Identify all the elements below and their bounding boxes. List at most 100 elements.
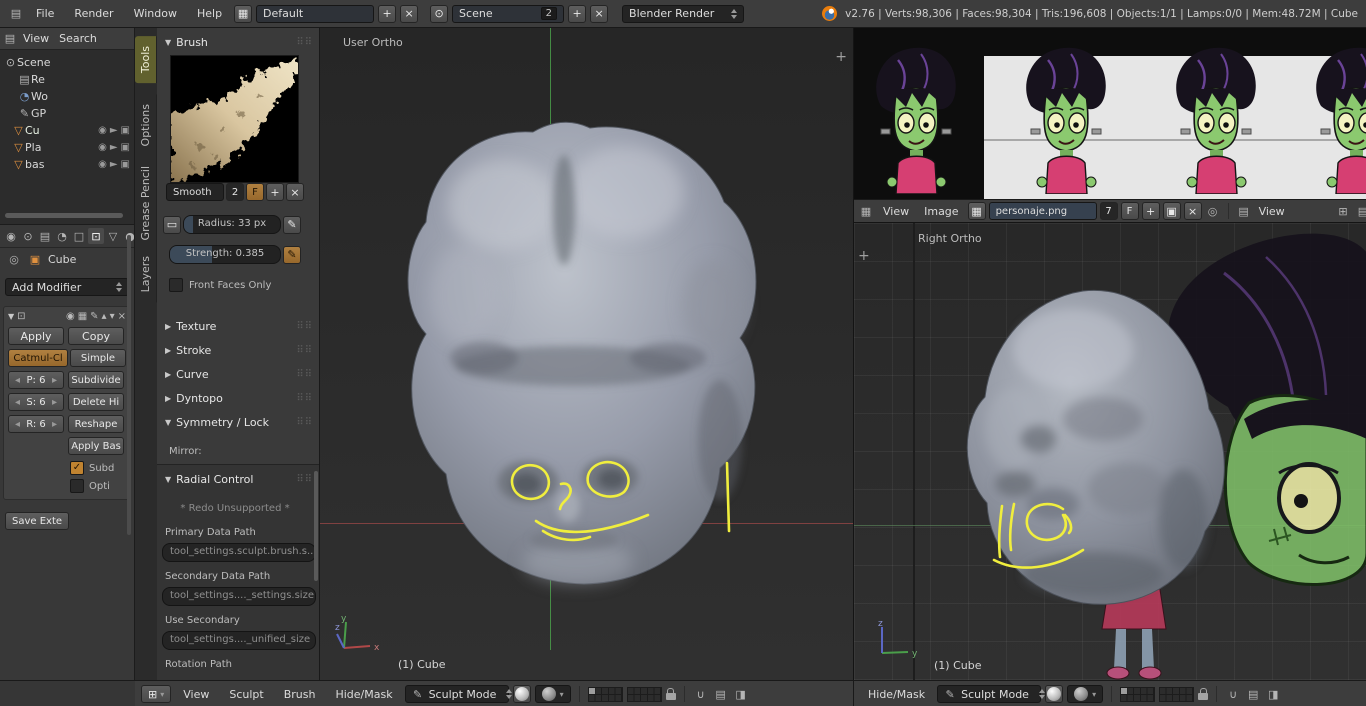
editor-type-icon-info[interactable]: ▤ xyxy=(8,6,24,22)
use-secondary-field[interactable]: tool_settings...._unified_size xyxy=(162,631,316,650)
radius-unit-icon[interactable]: ▭ xyxy=(163,215,181,234)
renderability-camera-icon[interactable]: ▣ xyxy=(121,156,130,173)
pack-image-icon[interactable]: ▣ xyxy=(1162,202,1181,220)
selectability-icon[interactable]: ► xyxy=(110,122,118,139)
outliner-row-gpencil[interactable]: ✎ GP xyxy=(4,105,134,122)
brush-users-count[interactable]: 2 xyxy=(226,183,244,201)
properties-scrollbar[interactable] xyxy=(127,235,131,535)
apply-button[interactable]: Apply xyxy=(8,327,64,345)
outliner-row-renderlayers[interactable]: ▤ Re xyxy=(4,71,134,88)
image-fake-user-button[interactable]: F xyxy=(1120,202,1139,220)
lock-icon[interactable] xyxy=(1198,687,1209,700)
unlink-image-button[interactable]: × xyxy=(1183,202,1202,220)
radius-pressure-icon[interactable]: ✎ xyxy=(283,215,301,234)
modifier-movedown-icon[interactable]: ▾ xyxy=(110,311,115,322)
snap-element-icon[interactable]: ▤ xyxy=(1245,686,1261,702)
hide-mask-menu[interactable]: Hide/Mask xyxy=(860,688,933,701)
display-mode-icon[interactable]: ▤ xyxy=(1236,203,1252,219)
modifier-tab-icon[interactable]: ⊡ xyxy=(88,228,104,244)
hide-mask-menu[interactable]: Hide/Mask xyxy=(327,688,400,701)
curve-panel-header[interactable]: ▶ Curve ⠿⠿ xyxy=(165,368,313,381)
screen-layout-browse-icon[interactable]: ▦ xyxy=(234,4,253,23)
render-tab-icon[interactable]: ◉ xyxy=(3,228,19,244)
image-editor[interactable]: ▦ View Image ▦ personaje.png 7 F + ▣ × ◎… xyxy=(853,28,1366,222)
save-external-button[interactable]: Save Exte xyxy=(5,512,69,530)
modifier-render-toggle-icon[interactable]: ◉ xyxy=(66,311,75,322)
view-menu[interactable]: View xyxy=(175,688,217,701)
expand-modifier-icon[interactable]: ▼ xyxy=(8,312,14,321)
panel-grip-icon[interactable]: ⠿⠿ xyxy=(296,321,313,332)
front-faces-only-checkbox[interactable] xyxy=(169,278,183,292)
brush-preview[interactable] xyxy=(170,55,299,183)
outliner-row-plane[interactable]: ▽ Pla ◉ ► ▣ xyxy=(4,139,134,156)
redo-panel-scrollbar[interactable] xyxy=(314,471,318,581)
scene-users-count[interactable]: 2 xyxy=(540,7,558,20)
screen-layout-field[interactable]: Default xyxy=(256,4,375,23)
render-opengl-icon[interactable]: ◨ xyxy=(733,686,749,702)
delete-higher-button[interactable]: Delete Hi xyxy=(68,393,124,411)
panel-grip-icon[interactable]: ⠿⠿ xyxy=(296,474,313,485)
image-users-count[interactable]: 7 xyxy=(1099,202,1118,220)
sculpt-menu[interactable]: Sculpt xyxy=(221,688,271,701)
selectability-icon[interactable]: ► xyxy=(110,139,118,156)
selectability-icon[interactable]: ► xyxy=(110,156,118,173)
reshape-button[interactable]: Reshape xyxy=(68,415,124,433)
panel-grip-icon[interactable]: ⠿⠿ xyxy=(296,369,313,380)
visibility-eye-icon[interactable]: ◉ xyxy=(98,122,107,139)
visibility-eye-icon[interactable]: ◉ xyxy=(98,156,107,173)
outliner-menu-view[interactable]: View xyxy=(18,32,54,45)
optimal-display-checkbox[interactable] xyxy=(70,479,84,493)
strength-slider[interactable]: Strength: 0.385 xyxy=(169,245,281,264)
scene-tab-icon[interactable]: ⊙ xyxy=(20,228,36,244)
image-browse-icon[interactable]: ▦ xyxy=(967,202,986,220)
modifier-delete-icon[interactable]: × xyxy=(118,311,126,322)
viewport-shading-dropdown[interactable]: ▾ xyxy=(1067,685,1104,703)
fake-user-button[interactable]: F xyxy=(246,183,264,201)
lock-icon[interactable] xyxy=(665,687,676,700)
brush-panel-header[interactable]: ▼ Brush ⠿⠿ xyxy=(165,36,313,49)
radial-control-panel-header[interactable]: ▼ Radial Control ⠿⠿ xyxy=(165,473,313,486)
panel-grip-icon[interactable]: ⠿⠿ xyxy=(296,37,313,48)
modifier-moveup-icon[interactable]: ▴ xyxy=(102,311,107,322)
strength-pressure-icon[interactable]: ✎ xyxy=(283,245,301,264)
apply-base-button[interactable]: Apply Bas xyxy=(68,437,124,455)
snap-magnet-icon[interactable]: ∪ xyxy=(1225,686,1241,702)
outliner-row-base[interactable]: ▽ bas ◉ ► ▣ xyxy=(4,156,134,173)
renderability-camera-icon[interactable]: ▣ xyxy=(121,122,130,139)
menu-render[interactable]: Render xyxy=(66,7,121,20)
viewport-main[interactable]: User Ortho (1) Cube + x y z xyxy=(320,28,853,680)
tab-options[interactable]: Options xyxy=(135,94,157,157)
pin-icon[interactable]: ◎ xyxy=(1205,203,1221,219)
image-view-dropdown[interactable]: View xyxy=(1255,205,1289,218)
layout-icon[interactable]: ▤ xyxy=(1355,203,1366,219)
copy-button[interactable]: Copy xyxy=(68,327,124,345)
editor-type-icon-outliner[interactable]: ▤ xyxy=(2,31,18,47)
symmetry-panel-header[interactable]: ▼ Symmetry / Lock ⠿⠿ xyxy=(165,416,313,429)
render-opengl-icon[interactable]: ◨ xyxy=(1265,686,1281,702)
catmull-clark-button[interactable]: Catmul-Cl xyxy=(8,349,68,367)
grid-icon[interactable]: ⊞ xyxy=(1335,203,1351,219)
add-layout-button[interactable]: + xyxy=(378,4,397,23)
subdivide-button[interactable]: Subdivide xyxy=(68,371,124,389)
tab-grease-pencil[interactable]: Grease Pencil xyxy=(135,156,157,251)
viewport-right[interactable]: Right Ortho (1) Cube + y z xyxy=(853,222,1366,680)
texture-panel-header[interactable]: ▶ Texture ⠿⠿ xyxy=(165,320,313,333)
layers-tab-icon[interactable]: ▤ xyxy=(37,228,53,244)
world-tab-icon[interactable]: ◔ xyxy=(54,228,70,244)
subdivide-uvs-checkbox[interactable] xyxy=(70,461,84,475)
matcap-sphere-icon[interactable] xyxy=(512,685,531,703)
new-brush-button[interactable]: + xyxy=(266,183,284,201)
outliner-scrollbar[interactable] xyxy=(5,213,123,218)
data-tab-icon[interactable]: ▽ xyxy=(105,228,121,244)
object-tab-icon[interactable]: □ xyxy=(71,228,87,244)
region-expand-icon[interactable]: + xyxy=(858,249,870,263)
delete-layout-button[interactable]: × xyxy=(400,4,419,23)
snap-element-icon[interactable]: ▤ xyxy=(713,686,729,702)
stroke-panel-header[interactable]: ▶ Stroke ⠿⠿ xyxy=(165,344,313,357)
new-image-button[interactable]: + xyxy=(1141,202,1160,220)
render-level-stepper[interactable]: ◂ R: 6 ▸ xyxy=(8,415,64,433)
image-menu-view[interactable]: View xyxy=(877,205,915,218)
menu-file[interactable]: File xyxy=(28,7,62,20)
preview-level-stepper[interactable]: ◂ P: 6 ▸ xyxy=(8,371,64,389)
dyntopo-panel-header[interactable]: ▶ Dyntopo ⠿⠿ xyxy=(165,392,313,405)
